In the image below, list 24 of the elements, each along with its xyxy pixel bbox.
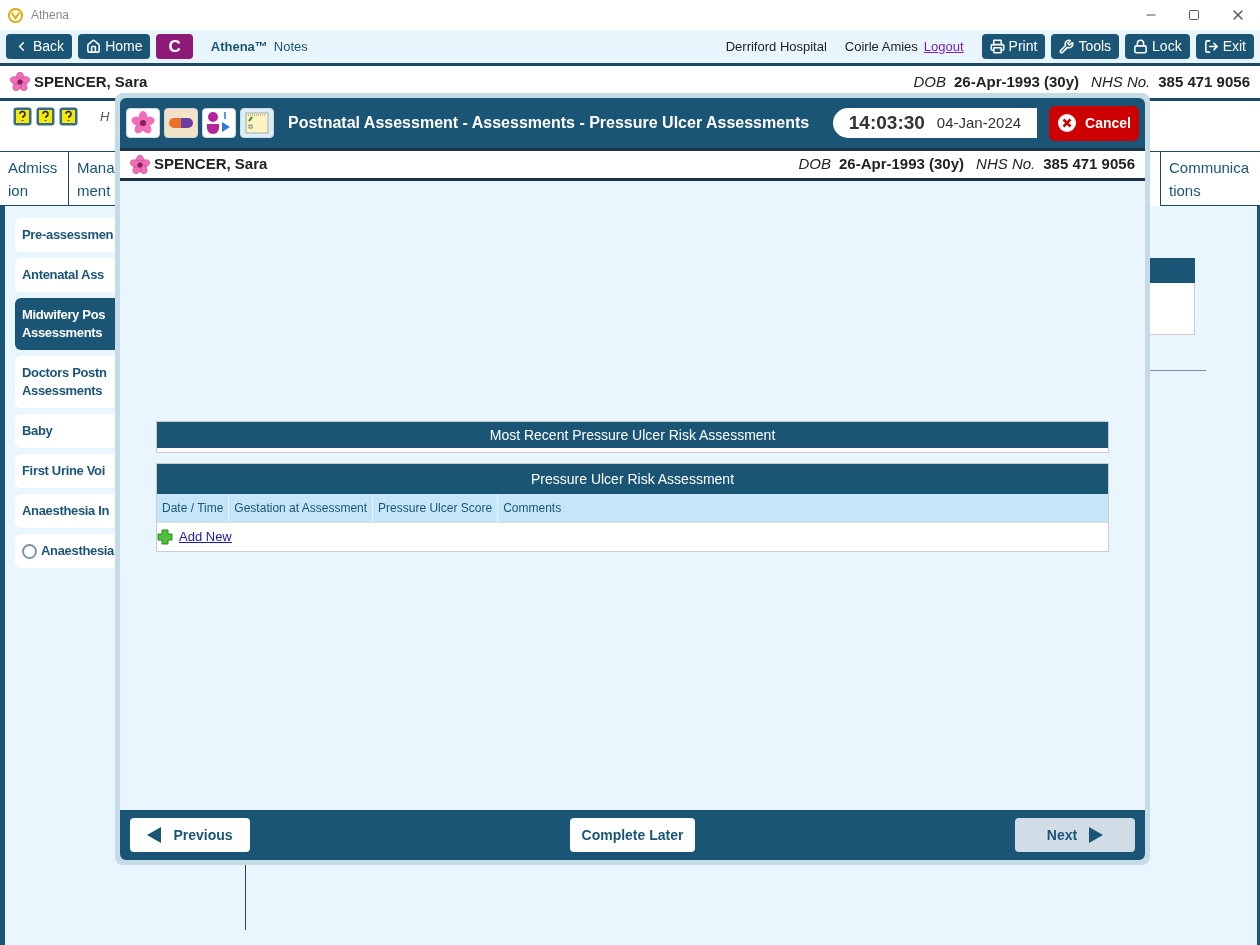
dob-label: DOB xyxy=(913,71,946,92)
datetime-display: 14:03:30 04-Jan-2024 xyxy=(832,108,1038,138)
app-name: Athena™ xyxy=(210,37,268,56)
patient-name: SPENCER, Sara xyxy=(154,154,268,175)
column-header: Comments xyxy=(502,500,563,517)
patient-name: SPENCER, Sara xyxy=(34,71,148,92)
section-header: Most Recent Pressure Ulcer Risk Assessment xyxy=(157,422,1108,448)
dob-value: 26-Apr-1993 (30y) xyxy=(839,154,965,175)
app-suffix: Notes xyxy=(273,37,308,56)
column-header: Date / Time xyxy=(157,494,230,522)
user-name: Coirle Amies xyxy=(844,37,918,56)
window-title: Athena xyxy=(31,7,70,24)
column-header: Pressure Ulcer Score xyxy=(373,494,499,522)
dialog-title: Postnatal Assessment - Assessments - Pressure Ulcer Assessments xyxy=(288,113,810,133)
hint-text: H xyxy=(100,108,110,126)
nhs-value: 385 471 9056 xyxy=(1158,71,1250,92)
nhs-value: 385 471 9056 xyxy=(1043,154,1135,175)
hospital-name: Derriford Hospital xyxy=(725,37,827,56)
section-header: Pressure Ulcer Risk Assessment xyxy=(157,464,1108,494)
dob-label: DOB xyxy=(798,154,831,175)
nhs-label: NHS No. xyxy=(976,154,1036,175)
nhs-label: NHS No. xyxy=(1091,71,1151,92)
column-header: Gestation at Assessment xyxy=(229,494,374,522)
dob-value: 26-Apr-1993 (30y) xyxy=(954,71,1080,92)
